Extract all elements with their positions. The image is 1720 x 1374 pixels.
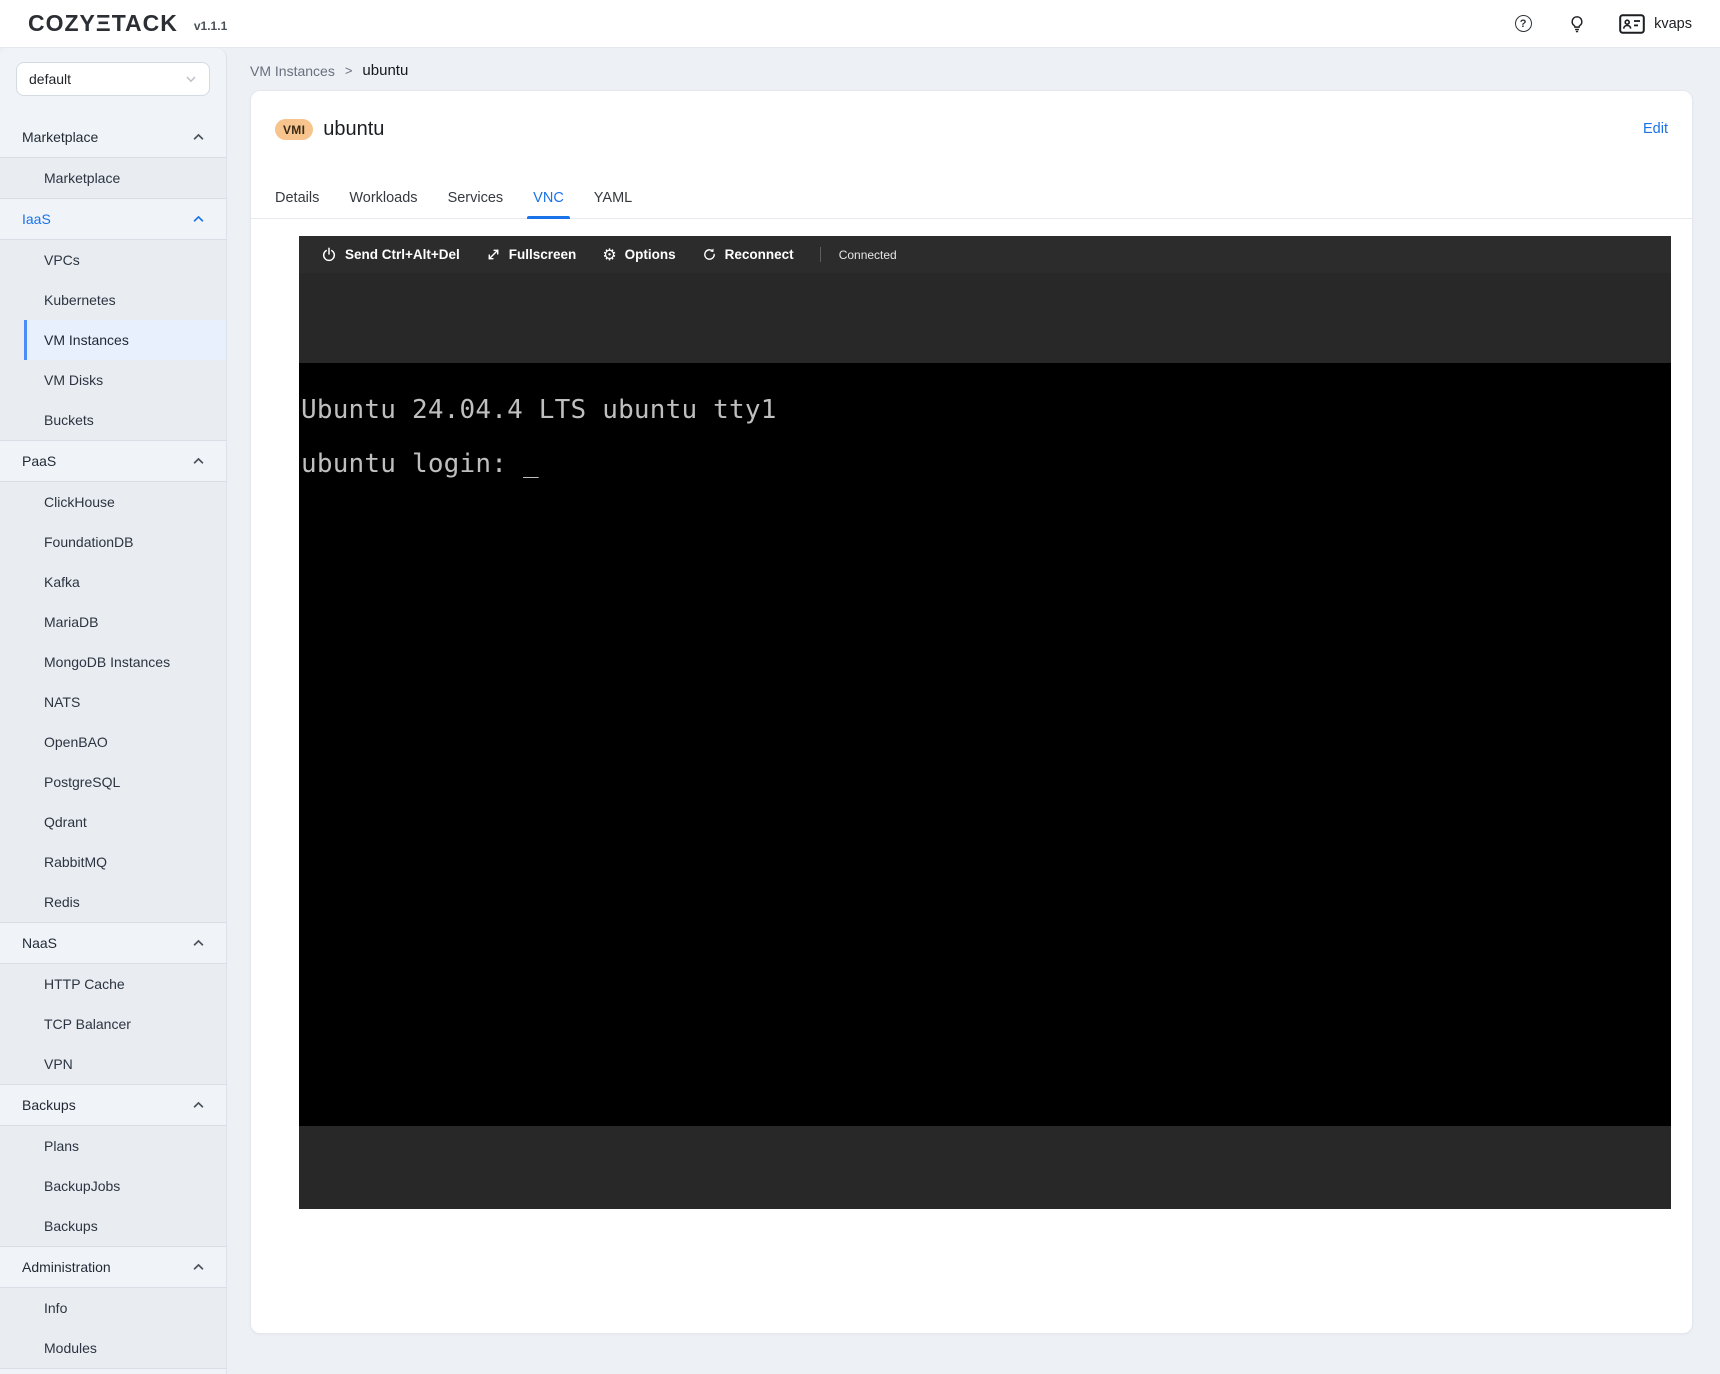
- breadcrumb-separator: >: [345, 63, 353, 78]
- sidebar-item-plans[interactable]: Plans: [0, 1126, 226, 1166]
- sidebar-item-vm-instances[interactable]: VM Instances: [24, 320, 226, 360]
- sidebar-item-clickhouse[interactable]: ClickHouse: [0, 482, 226, 522]
- namespace-select-value: default: [29, 71, 71, 87]
- chevron-up-icon: [193, 132, 204, 143]
- vm-instance-card: VMI ubuntu Edit Details Workloads Servic…: [250, 90, 1693, 1334]
- options-button[interactable]: ⚙ Options: [602, 247, 675, 263]
- fullscreen-label: Fullscreen: [509, 247, 577, 262]
- app-version: v1.1.1: [194, 19, 227, 33]
- vnc-canvas[interactable]: Ubuntu 24.04.4 LTS ubuntu tty1 ubuntu lo…: [299, 363, 1671, 1126]
- terminal-cursor: _: [523, 449, 539, 479]
- namespace-select[interactable]: default: [16, 62, 210, 96]
- sidebar-item-backupjobs[interactable]: BackupJobs: [0, 1166, 226, 1206]
- app-logo: COZYΞTACK: [28, 10, 178, 37]
- gear-icon: ⚙: [602, 247, 616, 263]
- tab-yaml[interactable]: YAML: [594, 177, 632, 219]
- reload-icon: [702, 247, 717, 262]
- id-card-icon: [1619, 14, 1645, 34]
- chevron-up-icon: [193, 938, 204, 949]
- sidebar-item-http-cache[interactable]: HTTP Cache: [0, 964, 226, 1004]
- fullscreen-button[interactable]: Fullscreen: [486, 247, 577, 262]
- sidebar-section-marketplace[interactable]: Marketplace: [0, 117, 226, 157]
- fullscreen-icon: [486, 247, 501, 262]
- section-label: Administration: [22, 1259, 111, 1275]
- sidebar-section-backups[interactable]: Backups: [0, 1085, 226, 1125]
- lightbulb-icon: [1568, 15, 1586, 33]
- help-button[interactable]: ?: [1511, 12, 1535, 36]
- tab-bar: Details Workloads Services VNC YAML: [251, 177, 1692, 219]
- send-ctrl-alt-del-label: Send Ctrl+Alt+Del: [345, 247, 460, 262]
- sidebar-section-administration[interactable]: Administration: [0, 1247, 226, 1287]
- section-label: Marketplace: [22, 129, 98, 145]
- edit-button[interactable]: Edit: [1643, 121, 1668, 137]
- connection-status: Connected: [839, 248, 897, 262]
- sidebar-item-openbao[interactable]: OpenBAO: [0, 722, 226, 762]
- vnc-console: Send Ctrl+Alt+Del Fullscreen ⚙ Options: [299, 236, 1671, 1209]
- sidebar-item-marketplace[interactable]: Marketplace: [0, 158, 226, 198]
- sidebar-item-postgresql[interactable]: PostgreSQL: [0, 762, 226, 802]
- toolbar-divider: [820, 247, 821, 262]
- chevron-down-icon: [185, 73, 197, 85]
- send-ctrl-alt-del-button[interactable]: Send Ctrl+Alt+Del: [321, 247, 460, 263]
- section-label: IaaS: [22, 211, 51, 227]
- sidebar-item-tcp-balancer[interactable]: TCP Balancer: [0, 1004, 226, 1044]
- help-icon: ?: [1515, 15, 1532, 32]
- sidebar-item-vpcs[interactable]: VPCs: [0, 240, 226, 280]
- tab-vnc[interactable]: VNC: [533, 177, 564, 219]
- sidebar-item-kafka[interactable]: Kafka: [0, 562, 226, 602]
- sidebar-item-info[interactable]: Info: [0, 1288, 226, 1328]
- breadcrumb: VM Instances > ubuntu: [250, 62, 408, 79]
- sidebar-item-modules[interactable]: Modules: [0, 1328, 226, 1368]
- sidebar-section-paas[interactable]: PaaS: [0, 441, 226, 481]
- sidebar-item-backups[interactable]: Backups: [0, 1206, 226, 1246]
- sidebar-section-iaas[interactable]: IaaS: [0, 199, 226, 239]
- sidebar-section-naas[interactable]: NaaS: [0, 923, 226, 963]
- theme-toggle-button[interactable]: [1565, 12, 1589, 36]
- reconnect-button[interactable]: Reconnect: [702, 247, 794, 262]
- sidebar-item-rabbitmq[interactable]: RabbitMQ: [0, 842, 226, 882]
- vnc-viewport: Ubuntu 24.04.4 LTS ubuntu tty1 ubuntu lo…: [299, 273, 1671, 1209]
- terminal-line: ubuntu login: _: [301, 449, 539, 479]
- chevron-up-icon: [193, 1262, 204, 1273]
- sidebar: default Marketplace Marketplace IaaS VPC…: [0, 48, 227, 1374]
- tab-services[interactable]: Services: [448, 177, 504, 219]
- user-menu[interactable]: kvaps: [1619, 14, 1692, 34]
- section-label: PaaS: [22, 453, 56, 469]
- chevron-up-icon: [193, 1100, 204, 1111]
- sidebar-item-vm-disks[interactable]: VM Disks: [0, 360, 226, 400]
- section-label: NaaS: [22, 935, 57, 951]
- sidebar-item-vpn[interactable]: VPN: [0, 1044, 226, 1084]
- section-label: Backups: [22, 1097, 76, 1113]
- breadcrumb-current: ubuntu: [362, 62, 408, 79]
- sidebar-item-mariadb[interactable]: MariaDB: [0, 602, 226, 642]
- terminal-line: Ubuntu 24.04.4 LTS ubuntu tty1: [301, 395, 777, 425]
- tab-workloads[interactable]: Workloads: [349, 177, 417, 219]
- tab-details[interactable]: Details: [275, 177, 319, 219]
- vnc-toolbar: Send Ctrl+Alt+Del Fullscreen ⚙ Options: [299, 236, 1671, 273]
- reconnect-label: Reconnect: [725, 247, 794, 262]
- sidebar-item-buckets[interactable]: Buckets: [0, 400, 226, 440]
- power-icon: [321, 247, 337, 263]
- page-title: ubuntu: [323, 118, 384, 141]
- chevron-up-icon: [193, 456, 204, 467]
- sidebar-item-nats[interactable]: NATS: [0, 682, 226, 722]
- sidebar-item-redis[interactable]: Redis: [0, 882, 226, 922]
- options-label: Options: [625, 247, 676, 262]
- sidebar-item-mongodb-instances[interactable]: MongoDB Instances: [0, 642, 226, 682]
- main-content: VM Instances > ubuntu VMI ubuntu Edit De…: [227, 48, 1720, 1374]
- vmi-badge: VMI: [275, 119, 313, 140]
- sidebar-item-qdrant[interactable]: Qdrant: [0, 802, 226, 842]
- sidebar-item-kubernetes[interactable]: Kubernetes: [0, 280, 226, 320]
- terminal-prompt: ubuntu login:: [301, 449, 523, 479]
- top-header: COZYΞTACK v1.1.1 ?: [0, 0, 1720, 48]
- breadcrumb-vm-instances[interactable]: VM Instances: [250, 63, 335, 79]
- user-name: kvaps: [1654, 16, 1692, 32]
- chevron-up-icon: [193, 214, 204, 225]
- sidebar-item-foundationdb[interactable]: FoundationDB: [0, 522, 226, 562]
- card-header: VMI ubuntu Edit: [275, 113, 1668, 145]
